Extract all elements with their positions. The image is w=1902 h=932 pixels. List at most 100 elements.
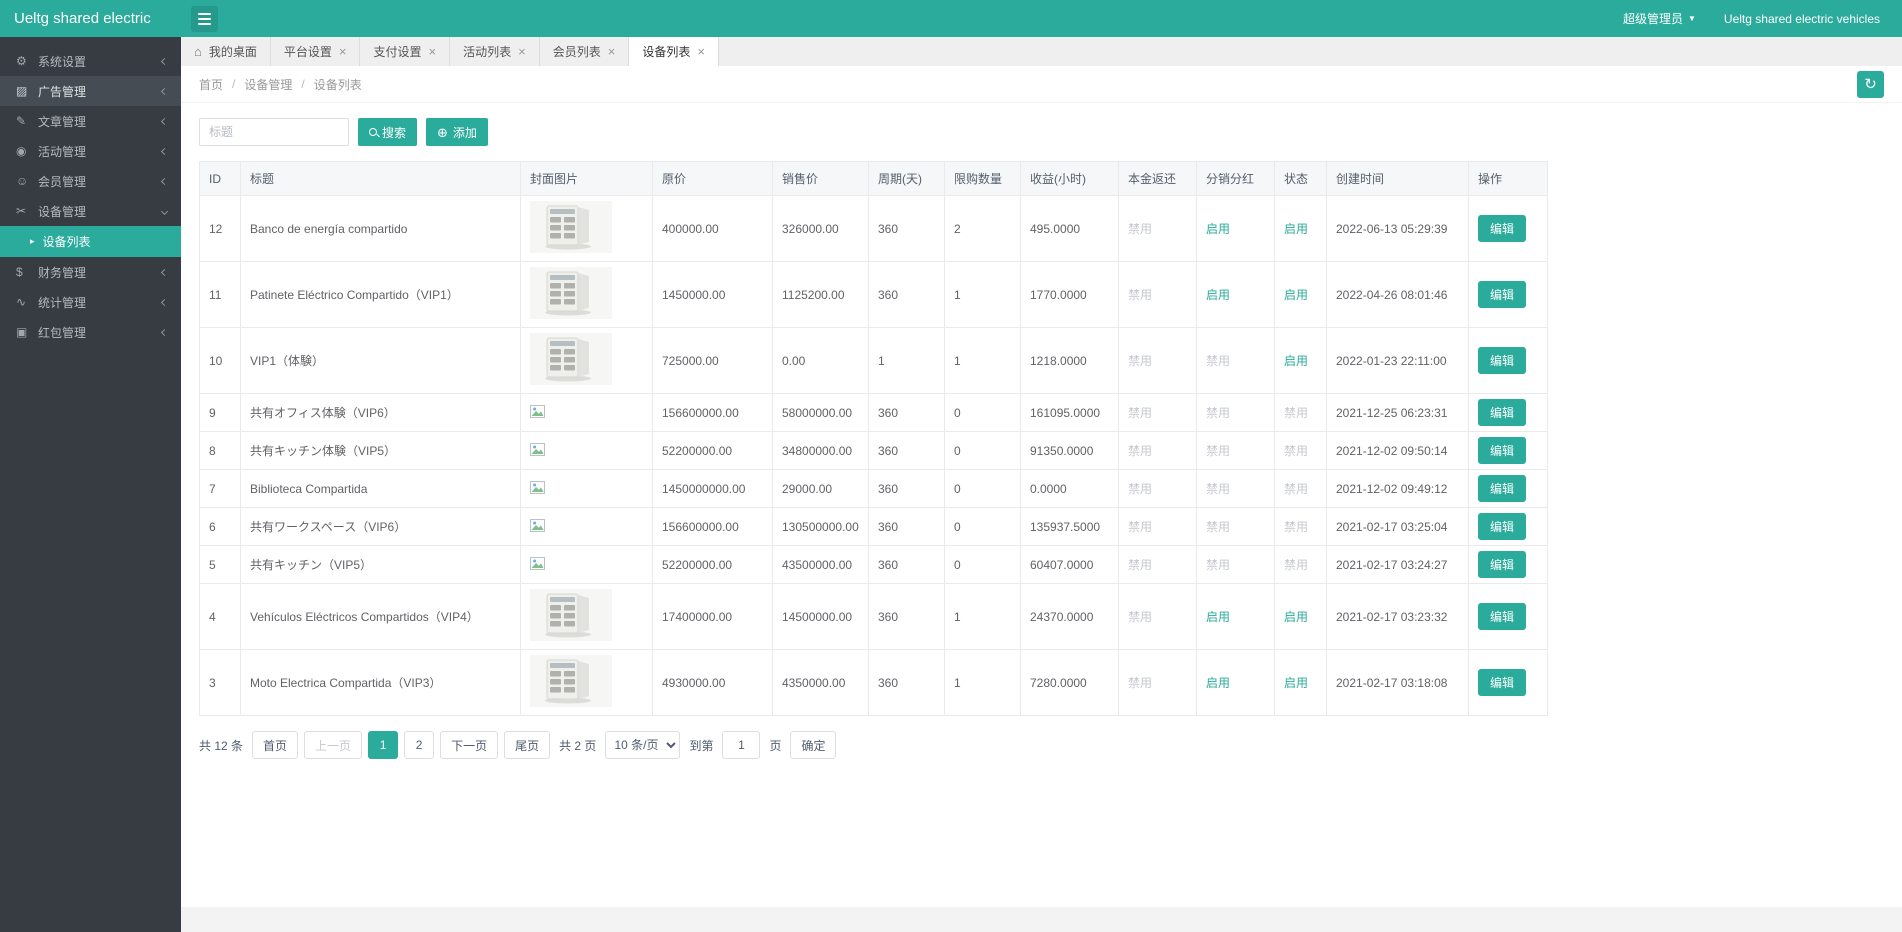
close-icon[interactable]: × (429, 45, 437, 58)
cell-cover-image (521, 262, 653, 328)
edit-button[interactable]: 编辑 (1478, 347, 1526, 374)
edit-button[interactable]: 编辑 (1478, 437, 1526, 464)
cell-id: 5 (200, 546, 241, 584)
goto-confirm-button[interactable]: 确定 (790, 731, 836, 759)
cell-created-at: 2022-04-26 08:01:46 (1327, 262, 1469, 328)
edit-button[interactable]: 编辑 (1478, 513, 1526, 540)
tab-payment-settings[interactable]: 支付设置 × (360, 37, 450, 66)
sidebar-item-article-management[interactable]: ✎ 文章管理 (0, 106, 181, 136)
pagination-page-2-button[interactable]: 2 (404, 731, 434, 759)
search-button-label: 搜索 (382, 124, 406, 141)
sidebar-item-finance-management[interactable]: $ 财务管理 (0, 257, 181, 287)
close-icon[interactable]: × (518, 45, 526, 58)
tab-label: 平台设置 (284, 43, 332, 60)
cell-original-price: 52200000.00 (653, 432, 773, 470)
close-icon[interactable]: × (697, 45, 705, 58)
close-icon[interactable]: × (339, 45, 347, 58)
admin-role-dropdown[interactable]: 超级管理员 ▼ (1623, 10, 1696, 27)
breadcrumb-device-management[interactable]: 设备管理 (244, 76, 292, 93)
cell-action: 编辑 (1469, 432, 1548, 470)
sidebar-item-device-management[interactable]: ✂ 设备管理 (0, 196, 181, 226)
article-icon: ✎ (16, 114, 38, 128)
sidebar-item-member-management[interactable]: ☺ 会员管理 (0, 166, 181, 196)
col-title: 标题 (241, 162, 521, 196)
refresh-button[interactable]: ↻ (1857, 71, 1884, 98)
title-search-input[interactable] (199, 118, 349, 146)
breadcrumb-separator: / (301, 77, 304, 91)
tab-device-list[interactable]: 设备列表 × (629, 37, 719, 66)
pagination-last-button[interactable]: 尾页 (504, 731, 550, 759)
cell-cycle-days: 1 (869, 328, 945, 394)
cell-id: 4 (200, 584, 241, 650)
tab-bar: ⌂ 我的桌面 平台设置 × 支付设置 × 活动列表 × 会员列表 × 设备列表 … (181, 37, 1902, 66)
tab-my-desktop[interactable]: ⌂ 我的桌面 (181, 37, 271, 66)
table-row: 6 共有ワークスペース（VIP6） 156600000.00 130500000… (200, 508, 1548, 546)
tab-label: 会员列表 (553, 43, 601, 60)
cell-action: 编辑 (1469, 546, 1548, 584)
cell-title: VIP1（体験） (241, 328, 521, 394)
sidebar-item-label: 红包管理 (38, 324, 162, 341)
sidebar-item-redpacket-management[interactable]: ▣ 红包管理 (0, 317, 181, 347)
page-size-select[interactable]: 10 条/页 (605, 731, 680, 759)
edit-button[interactable]: 编辑 (1478, 215, 1526, 242)
goto-page-input[interactable] (722, 731, 760, 759)
account-name: Ueltg shared electric vehicles (1724, 12, 1880, 26)
search-button[interactable]: 搜索 (358, 118, 417, 146)
cell-id: 9 (200, 394, 241, 432)
cell-dividend: 禁用 (1197, 546, 1275, 584)
sidebar-subitem-device-list[interactable]: ▸ 设备列表 (0, 226, 181, 257)
cell-purchase-limit: 0 (945, 470, 1021, 508)
sidebar-item-activity-management[interactable]: ◉ 活动管理 (0, 136, 181, 166)
edit-button[interactable]: 编辑 (1478, 475, 1526, 502)
refresh-icon: ↻ (1864, 75, 1877, 93)
cell-revenue: 1218.0000 (1021, 328, 1119, 394)
pagination-prev-button[interactable]: 上一页 (304, 731, 362, 759)
cell-purchase-limit: 1 (945, 262, 1021, 328)
cell-title: Biblioteca Compartida (241, 470, 521, 508)
cell-dividend: 启用 (1197, 196, 1275, 262)
pagination-first-button[interactable]: 首页 (252, 731, 298, 759)
cell-dividend: 启用 (1197, 584, 1275, 650)
sidebar-item-stats-management[interactable]: ∿ 统计管理 (0, 287, 181, 317)
cell-principal-return: 禁用 (1119, 650, 1197, 716)
sidebar-item-system-settings[interactable]: ⚙ 系统设置 (0, 46, 181, 76)
cell-title: Vehículos Eléctricos Compartidos（VIP4） (241, 584, 521, 650)
cell-cover-image (521, 470, 653, 508)
edit-button[interactable]: 编辑 (1478, 399, 1526, 426)
edit-button[interactable]: 编辑 (1478, 281, 1526, 308)
add-button[interactable]: ⊕ 添加 (426, 118, 488, 146)
edit-button[interactable]: 编辑 (1478, 603, 1526, 630)
cell-cover-image (521, 328, 653, 394)
cell-created-at: 2021-12-02 09:49:12 (1327, 470, 1469, 508)
cell-cycle-days: 360 (869, 432, 945, 470)
cell-id: 8 (200, 432, 241, 470)
chevron-down-icon (161, 207, 168, 214)
tab-member-list[interactable]: 会员列表 × (540, 37, 630, 66)
plus-icon: ⊕ (437, 126, 448, 139)
pagination-page-1-button[interactable]: 1 (368, 731, 398, 759)
cell-cycle-days: 360 (869, 196, 945, 262)
cell-status: 禁用 (1275, 508, 1327, 546)
stats-icon: ∿ (16, 295, 38, 309)
edit-button[interactable]: 编辑 (1478, 669, 1526, 696)
pagination-next-button[interactable]: 下一页 (440, 731, 498, 759)
toolbar: 搜索 ⊕ 添加 (199, 118, 1884, 146)
cell-title: 共有オフィス体験（VIP6） (241, 394, 521, 432)
sidebar-item-ad-management[interactable]: ▨ 广告管理 (0, 76, 181, 106)
cell-dividend: 启用 (1197, 650, 1275, 716)
cell-original-price: 1450000.00 (653, 262, 773, 328)
cell-purchase-limit: 0 (945, 508, 1021, 546)
device-icon: ✂ (16, 204, 38, 218)
close-icon[interactable]: × (608, 45, 616, 58)
chevron-left-icon (161, 328, 168, 335)
tab-platform-settings[interactable]: 平台设置 × (271, 37, 361, 66)
breadcrumb-home[interactable]: 首页 (199, 76, 223, 93)
cell-purchase-limit: 0 (945, 432, 1021, 470)
edit-button[interactable]: 编辑 (1478, 551, 1526, 578)
col-original-price: 原价 (653, 162, 773, 196)
cell-status: 启用 (1275, 196, 1327, 262)
cell-sale-price: 14500000.00 (773, 584, 869, 650)
col-id: ID (200, 162, 241, 196)
sidebar-toggle-button[interactable] (191, 6, 218, 32)
tab-activity-list[interactable]: 活动列表 × (450, 37, 540, 66)
